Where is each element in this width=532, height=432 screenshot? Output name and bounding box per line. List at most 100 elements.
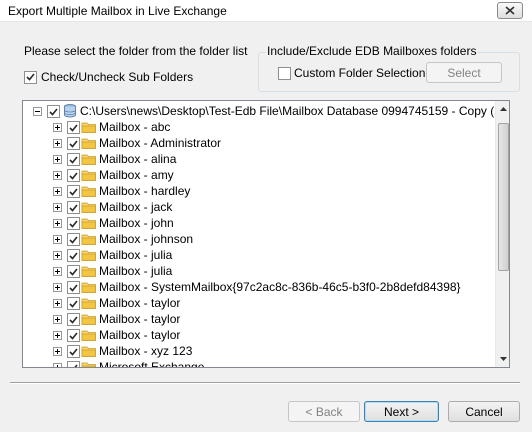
tree-item[interactable]: Mailbox - hardley: [23, 183, 495, 199]
tree-item-checkbox[interactable]: [67, 281, 80, 294]
expand-icon[interactable]: [53, 123, 62, 132]
window-title: Export Multiple Mailbox in Live Exchange: [8, 4, 227, 18]
expand-icon[interactable]: [53, 187, 62, 196]
tree-item-checkbox[interactable]: [67, 217, 80, 230]
tree-item-checkbox[interactable]: [67, 361, 80, 367]
expand-icon[interactable]: [53, 139, 62, 148]
tree-item[interactable]: Microsoft Exchange: [23, 359, 495, 367]
tree-item-label: Mailbox - Administrator: [99, 136, 222, 150]
tree-item[interactable]: Mailbox - john: [23, 215, 495, 231]
expand-icon[interactable]: [53, 267, 62, 276]
select-button[interactable]: Select: [426, 62, 502, 83]
collapse-icon[interactable]: [33, 107, 42, 116]
check-sub-folders-checkbox[interactable]: [24, 70, 37, 84]
tree-item-checkbox[interactable]: [67, 233, 80, 246]
tree-item-label: Mailbox - hardley: [99, 184, 191, 198]
tree-item-label: Mailbox - john: [99, 216, 174, 230]
cancel-button[interactable]: Cancel: [448, 401, 520, 422]
checkmark-icon: [69, 235, 78, 244]
tree-item-checkbox[interactable]: [67, 329, 80, 342]
expand-icon[interactable]: [53, 251, 62, 260]
tree-root-checkbox[interactable]: [47, 105, 60, 118]
tree-item-checkbox[interactable]: [67, 185, 80, 198]
tree-item[interactable]: Mailbox - abc: [23, 119, 495, 135]
tree-item-checkbox[interactable]: [67, 249, 80, 262]
arrow-up-icon: [500, 107, 507, 111]
tree-item-label: Mailbox - taylor: [99, 328, 181, 342]
checkmark-icon: [69, 139, 78, 148]
check-sub-folders-label: Check/Uncheck Sub Folders: [41, 70, 194, 84]
expand-icon[interactable]: [53, 331, 62, 340]
expand-icon[interactable]: [53, 171, 62, 180]
tree-item-label: Mailbox - amy: [99, 168, 174, 182]
tree-item-checkbox[interactable]: [67, 169, 80, 182]
tree-item[interactable]: Mailbox - alina: [23, 151, 495, 167]
tree-item[interactable]: Mailbox - xyz 123: [23, 343, 495, 359]
expand-icon[interactable]: [53, 155, 62, 164]
tree-item-label: Mailbox - julia: [99, 248, 173, 262]
checkmark-icon: [69, 155, 78, 164]
checkmark-icon: [69, 219, 78, 228]
checkmark-icon: [26, 73, 35, 81]
expand-icon[interactable]: [53, 219, 62, 228]
checkmark-icon: [69, 251, 78, 260]
tree-item[interactable]: Mailbox - SystemMailbox{97c2ac8c-836b-46…: [23, 279, 495, 295]
tree-item-checkbox[interactable]: [67, 313, 80, 326]
tree-item[interactable]: Mailbox - amy: [23, 167, 495, 183]
tree-rows: C:\Users\news\Desktop\Test-Edb File\Mail…: [23, 101, 495, 367]
tree-item-checkbox[interactable]: [67, 265, 80, 278]
checkmark-icon: [69, 315, 78, 324]
expand-icon[interactable]: [53, 315, 62, 324]
folder-tree[interactable]: C:\Users\news\Desktop\Test-Edb File\Mail…: [22, 100, 510, 368]
tree-item-checkbox[interactable]: [67, 345, 80, 358]
next-button[interactable]: Next >: [364, 401, 439, 422]
tree-root-label: C:\Users\news\Desktop\Test-Edb File\Mail…: [80, 104, 495, 118]
title-bar: Export Multiple Mailbox in Live Exchange: [0, 0, 532, 22]
vertical-scrollbar[interactable]: [495, 101, 509, 367]
expand-icon[interactable]: [53, 347, 62, 356]
tree-item[interactable]: Mailbox - jack: [23, 199, 495, 215]
expand-icon[interactable]: [53, 363, 62, 367]
back-button[interactable]: < Back: [288, 401, 360, 422]
custom-folder-selection-row[interactable]: Custom Folder Selection: [278, 66, 425, 80]
checkmark-icon: [69, 283, 78, 292]
tree-item[interactable]: Mailbox - taylor: [23, 295, 495, 311]
tree-item-checkbox[interactable]: [67, 153, 80, 166]
tree-item-checkbox[interactable]: [67, 121, 80, 134]
tree-item-label: Mailbox - julia: [99, 264, 173, 278]
tree-item[interactable]: Mailbox - julia: [23, 263, 495, 279]
tree-item-label: Microsoft Exchange: [99, 360, 205, 367]
check-sub-folders-row[interactable]: Check/Uncheck Sub Folders: [24, 70, 193, 84]
checkmark-icon: [69, 203, 78, 212]
tree-item-label: Mailbox - xyz 123: [99, 344, 193, 358]
edb-folders-group-title: Include/Exclude EDB Mailboxes folders: [266, 44, 478, 58]
tree-item[interactable]: Mailbox - Administrator: [23, 135, 495, 151]
tree-item[interactable]: Mailbox - taylor: [23, 327, 495, 343]
tree-item-checkbox[interactable]: [67, 297, 80, 310]
close-icon: [505, 6, 515, 15]
checkmark-icon: [69, 123, 78, 132]
expand-icon[interactable]: [53, 299, 62, 308]
tree-item[interactable]: Mailbox - julia: [23, 247, 495, 263]
tree-item-checkbox[interactable]: [67, 201, 80, 214]
tree-item[interactable]: Mailbox - johnson: [23, 231, 495, 247]
checkmark-icon: [70, 363, 78, 367]
tree-item-label: Mailbox - taylor: [99, 312, 181, 326]
expand-icon[interactable]: [53, 235, 62, 244]
scroll-down-button[interactable]: [496, 351, 509, 367]
custom-folder-selection-checkbox[interactable]: [278, 66, 291, 80]
tree-item-checkbox[interactable]: [67, 137, 80, 150]
tree-item-label: Mailbox - abc: [99, 120, 171, 134]
expand-icon[interactable]: [53, 283, 62, 292]
checkmark-icon: [49, 107, 58, 116]
close-button[interactable]: [497, 2, 523, 19]
instruction-text: Please select the folder from the folder…: [24, 44, 248, 58]
scroll-up-button[interactable]: [496, 101, 509, 117]
tree-item[interactable]: Mailbox - taylor: [23, 311, 495, 327]
checkmark-icon: [69, 267, 78, 276]
expand-icon[interactable]: [53, 203, 62, 212]
scroll-thumb[interactable]: [498, 123, 509, 271]
checkmark-icon: [69, 187, 78, 196]
tree-item-label: Mailbox - johnson: [99, 232, 194, 246]
tree-root-row[interactable]: C:\Users\news\Desktop\Test-Edb File\Mail…: [23, 103, 495, 119]
